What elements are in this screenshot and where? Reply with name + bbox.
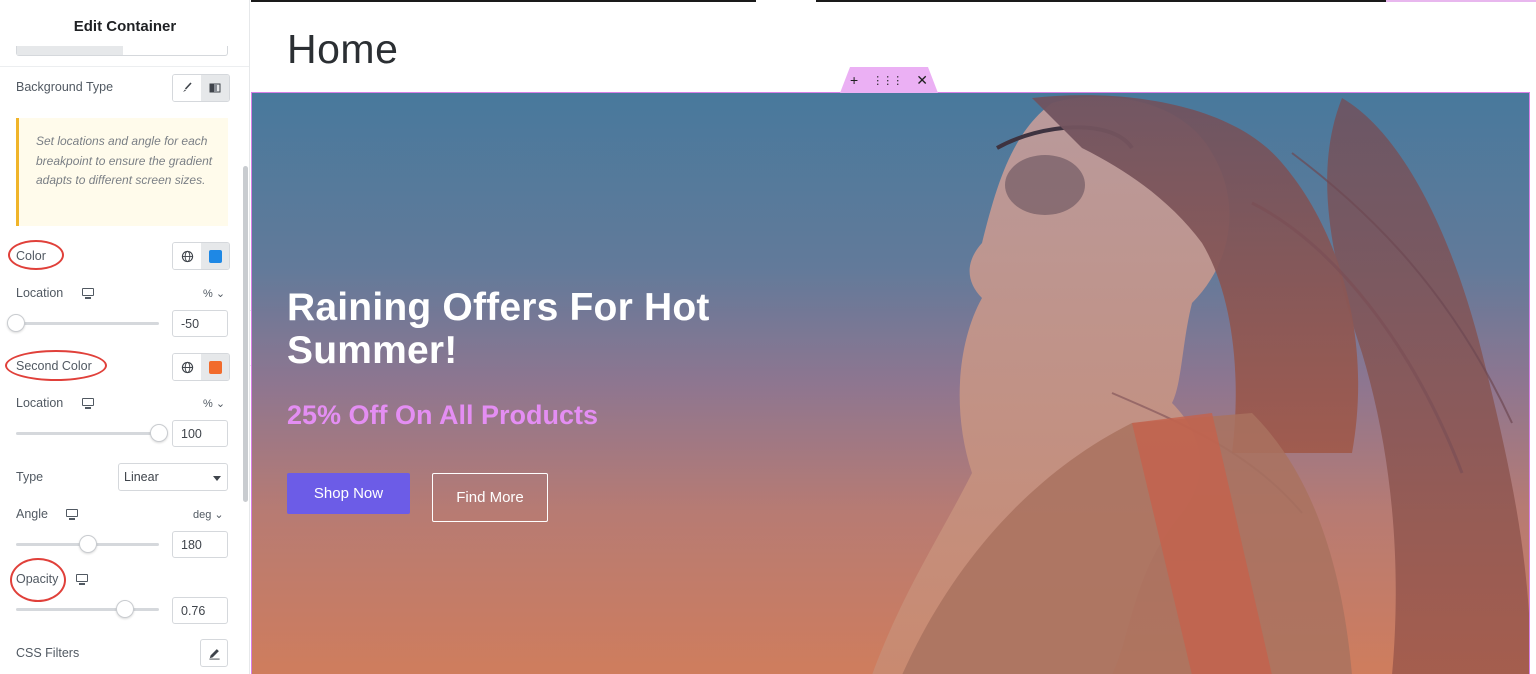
location-slider-handle[interactable]: [150, 424, 168, 442]
page-title: Home: [287, 26, 399, 72]
annotation-circle: [8, 240, 64, 270]
right-gutter: [1530, 92, 1536, 674]
container-handle[interactable]: + ⋮⋮⋮ ✕: [840, 67, 938, 93]
location-slider-track[interactable]: [16, 432, 159, 435]
angle-slider-handle[interactable]: [79, 535, 97, 553]
previous-control-stub[interactable]: [16, 46, 228, 56]
color-swatch-fill: [208, 249, 222, 263]
gradient-notice: Set locations and angle for each breakpo…: [16, 118, 228, 226]
type-select[interactable]: Linear: [118, 463, 228, 491]
hero-heading: Raining Offers For Hot Summer!: [287, 286, 710, 372]
globe-icon[interactable]: [173, 243, 201, 269]
monitor-icon[interactable]: [82, 398, 94, 409]
panel-title: Edit Container: [73, 17, 177, 35]
editor-panel: Edit Container Background Type Set locat…: [0, 0, 250, 674]
location-label: Location: [16, 396, 64, 410]
color-swatch[interactable]: [201, 243, 229, 269]
opacity-slider-track[interactable]: [16, 608, 159, 611]
location-input[interactable]: -50: [172, 310, 228, 337]
location-label: Location: [16, 286, 64, 300]
angle-input[interactable]: 180: [172, 531, 228, 558]
monitor-icon[interactable]: [76, 574, 88, 585]
background-type-choices: [172, 74, 230, 102]
plus-icon[interactable]: +: [850, 72, 858, 88]
top-border: [816, 0, 1386, 2]
monitor-icon[interactable]: [66, 509, 78, 520]
type-label: Type: [16, 470, 44, 484]
location-input[interactable]: 100: [172, 420, 228, 447]
canvas-preview: Home Raining Offers For Hot Summer! 25% …: [251, 0, 1536, 674]
monitor-icon[interactable]: [82, 288, 94, 299]
hero-container[interactable]: Raining Offers For Hot Summer! 25% Off O…: [251, 92, 1530, 674]
second-color-swatch[interactable]: [201, 354, 229, 380]
top-border: [251, 0, 756, 2]
globe-icon[interactable]: [173, 354, 201, 380]
css-filters-label: CSS Filters: [16, 646, 80, 660]
second-color-picker-group: [172, 353, 230, 381]
second-color-swatch-fill: [208, 360, 222, 374]
annotation-circle: [5, 350, 107, 381]
location-slider-handle[interactable]: [7, 314, 25, 332]
location-slider-track[interactable]: [16, 322, 159, 325]
color-picker-group: [172, 242, 230, 270]
classic-brush-icon[interactable]: [173, 75, 201, 101]
unit-selector[interactable]: % ⌄: [203, 397, 225, 410]
gradient-icon[interactable]: [201, 75, 229, 101]
panel-scrollbar[interactable]: [243, 166, 248, 502]
drag-icon[interactable]: ⋮⋮⋮: [872, 74, 903, 87]
css-filters-edit-button[interactable]: [200, 639, 228, 667]
unit-selector[interactable]: % ⌄: [203, 287, 225, 300]
shop-now-button[interactable]: Shop Now: [287, 473, 410, 514]
annotation-circle: [10, 558, 66, 602]
close-icon[interactable]: ✕: [916, 72, 928, 89]
find-more-button[interactable]: Find More: [432, 473, 548, 522]
caret-down-icon: [213, 476, 221, 481]
opacity-slider-handle[interactable]: [116, 600, 134, 618]
background-type-label: Background Type: [16, 80, 114, 94]
pencil-icon: [208, 648, 220, 660]
divider: [0, 66, 249, 67]
unit-selector[interactable]: deg ⌄: [193, 508, 224, 521]
angle-label: Angle: [16, 507, 48, 521]
hero-subheading: 25% Off On All Products: [287, 400, 599, 430]
opacity-input[interactable]: 0.76: [172, 597, 228, 624]
top-border: [1386, 0, 1536, 2]
hero-background-image: [872, 95, 1529, 674]
